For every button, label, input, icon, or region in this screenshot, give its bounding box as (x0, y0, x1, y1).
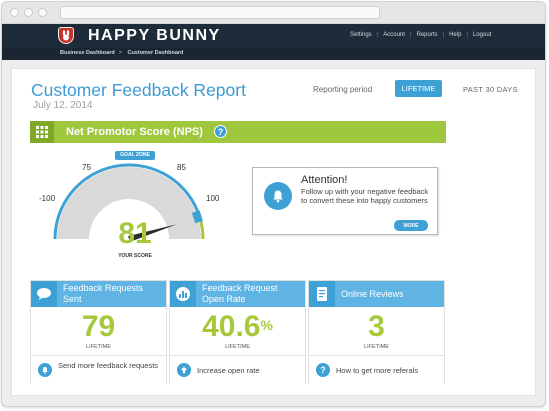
nav-settings[interactable]: Settings (350, 32, 372, 38)
nav-logout[interactable]: Logout (473, 32, 491, 38)
attention-card: Attention! Follow up with your negative … (252, 167, 438, 235)
card-value: 40.6% (170, 312, 305, 342)
card-online-reviews: Online Reviews 3 LIFETIME ? How to get m… (308, 280, 445, 384)
gauge-min-label: -100 (39, 194, 56, 203)
card-title: Online Reviews (341, 289, 404, 299)
reporting-period-label: Reporting period (313, 85, 373, 94)
gauge-goal-high-label: 85 (177, 163, 186, 172)
nps-header: Net Promotor Score (NPS) ? (30, 121, 446, 143)
top-nav: Settings | Account | Reports | Help | Logout (350, 32, 492, 38)
nav-account[interactable]: Account (383, 32, 405, 38)
nps-score-label: YOUR SCORE (118, 253, 152, 259)
card-header: Feedback Requests Sent (31, 281, 166, 307)
attention-text: Follow up with your negative feedback to… (301, 187, 429, 205)
breadcrumb-business-dashboard[interactable]: Business Dashboard (60, 50, 115, 56)
card-feedback-open-rate: Feedback Request Open Rate 40.6% LIFETIM… (169, 280, 306, 384)
browser-chrome (2, 2, 545, 24)
question-icon: ? (316, 363, 330, 377)
bell-icon (38, 363, 52, 377)
bell-icon (264, 182, 292, 210)
attention-title: Attention! (301, 174, 348, 186)
report-date: July 12, 2014 (33, 100, 93, 111)
bunny-logo-icon[interactable] (58, 27, 74, 44)
nav-help[interactable]: Help (449, 32, 461, 38)
address-bar[interactable] (60, 6, 380, 19)
card-action-label[interactable]: Increase open rate (197, 366, 302, 375)
brand-name: HAPPY BUNNY (88, 27, 221, 44)
bar-chart-icon (170, 281, 196, 307)
card-action[interactable]: Increase open rate (170, 355, 305, 384)
card-value: 3 (309, 312, 444, 342)
nps-title: Net Promotor Score (NPS) (66, 126, 203, 138)
document-icon (309, 281, 335, 307)
window-zoom-dot[interactable] (38, 8, 47, 17)
card-subtitle: LIFETIME (86, 344, 111, 350)
grid-icon (30, 121, 54, 143)
card-action-label[interactable]: How to get more referals (336, 366, 441, 375)
gauge-max-label: 100 (206, 194, 220, 203)
report-panel: Customer Feedback Report July 12, 2014 R… (11, 68, 536, 396)
card-title: Feedback Request Open Rate (202, 283, 278, 304)
breadcrumb-customer-dashboard[interactable]: Customer Dashboard (127, 50, 183, 56)
lifetime-button[interactable]: LIFETIME (395, 80, 442, 97)
nps-gauge: GOAL ZONE -100 75 85 100 81 YOUR SCORE (34, 151, 224, 271)
window-close-dot[interactable] (10, 8, 19, 17)
past-30-days-button[interactable]: PAST 30 DAYS (463, 85, 518, 94)
card-header: Online Reviews (309, 281, 444, 307)
card-action[interactable]: Send more feedback requests (31, 355, 166, 384)
card-value-number: 40.6 (202, 310, 261, 343)
card-action[interactable]: ? How to get more referals (309, 355, 444, 384)
chat-bubble-icon (31, 281, 57, 307)
window-minimize-dot[interactable] (24, 8, 33, 17)
card-action-label[interactable]: Send more feedback requests (58, 361, 163, 370)
nps-score: 81 (118, 217, 152, 250)
card-subtitle: LIFETIME (225, 344, 250, 350)
gauge-high-arc (199, 221, 205, 240)
more-button[interactable]: MORE (394, 220, 428, 231)
card-value-number: 79 (81, 310, 116, 343)
card-value-number: 3 (368, 310, 385, 343)
breadcrumb: Business Dashboard > Customer Dashboard (60, 50, 184, 56)
card-value: 79 (31, 312, 166, 342)
card-feedback-requests-sent: Feedback Requests Sent 79 LIFETIME Send … (30, 280, 167, 384)
page-title: Customer Feedback Report (31, 80, 246, 100)
breadcrumb-bar: Business Dashboard > Customer Dashboard (2, 48, 545, 60)
help-icon[interactable]: ? (214, 125, 227, 138)
app-header: HAPPY BUNNY Settings | Account | Reports | … (2, 24, 545, 48)
nav-reports[interactable]: Reports (417, 32, 438, 38)
gauge-goal-low-label: 75 (82, 163, 91, 172)
card-value-suffix: % (260, 317, 273, 333)
card-subtitle: LIFETIME (364, 344, 389, 350)
card-header: Feedback Request Open Rate (170, 281, 305, 307)
arrow-up-icon (177, 363, 191, 377)
card-title: Feedback Requests Sent (63, 283, 144, 304)
